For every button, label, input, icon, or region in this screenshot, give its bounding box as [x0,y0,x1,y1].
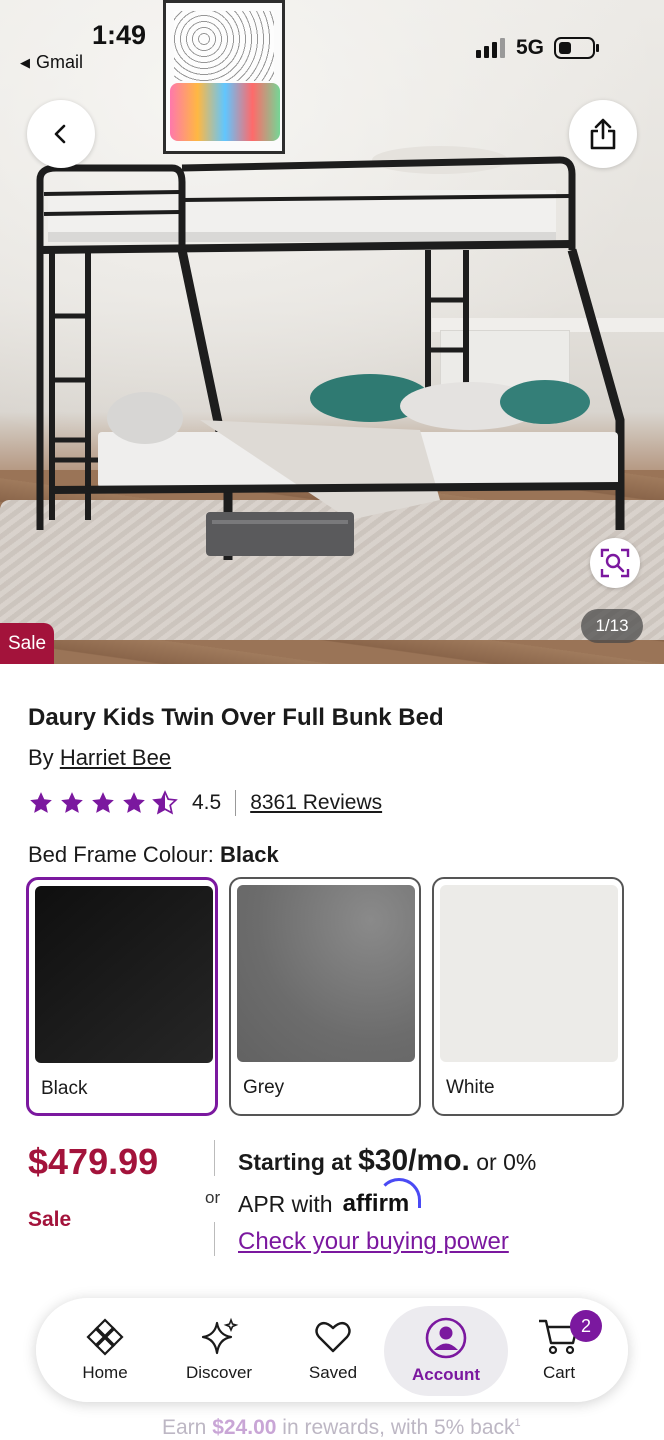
account-icon [425,1317,467,1359]
rewards-text: Earn $24.00 in rewards, with 5% back1 [162,1416,521,1439]
star-icon [30,792,52,813]
financing-prefix: Starting at [238,1149,352,1175]
bottom-nav: Home Discover Saved Account Cart 2 [36,1298,628,1402]
swatch-grey[interactable]: Grey [229,877,421,1116]
affirm-arc-icon [376,1178,421,1208]
image-counter: 1/13 [581,609,643,643]
nav-cart[interactable]: Cart 2 [502,1298,616,1402]
financing-suffix: or 0% [476,1149,537,1175]
signal-icon [476,38,505,58]
selected-colour: Black [219,842,279,867]
nav-account[interactable]: Account [384,1306,508,1396]
nav-label: Discover [185,1363,253,1382]
nav-discover[interactable]: Discover [162,1298,276,1402]
visual-search-button[interactable] [590,538,640,588]
product-image-gallery[interactable]: 1:49 ◀ Gmail 5G 1/13 Sale [0,0,664,664]
nav-label: Saved [308,1363,358,1382]
price-divider [214,1222,215,1256]
brand-link[interactable]: Harriet Bee [60,745,171,770]
bunk-bed-graphic [36,146,625,560]
brand-byline: By Harriet Bee [28,745,171,771]
nav-home[interactable]: Home [48,1298,162,1402]
rating-row[interactable]: 4.5 8361 Reviews [28,788,382,818]
affirm-logo: affirm [343,1178,421,1218]
back-button[interactable] [27,100,95,168]
swatch-white[interactable]: White [432,877,624,1116]
swatch-chip [35,886,213,1063]
status-time: 1:49 [92,20,147,50]
status-indicators: 5G [476,36,600,60]
nav-saved[interactable]: Saved [276,1298,390,1402]
check-buying-power-link[interactable]: Check your buying power [238,1228,509,1256]
colour-label: Bed Frame Colour: Black [28,842,279,868]
share-icon [590,118,616,150]
swatch-chip [237,885,415,1062]
nav-label: Account [412,1365,480,1384]
sparkle-icon [201,1317,239,1355]
back-app-label: Gmail [36,52,84,72]
financing-line: Starting at $30/mo. or 0% [238,1144,536,1178]
network-type: 5G [516,36,545,59]
rewards-suffix: in rewards, with 5% back [282,1416,515,1439]
share-button[interactable] [569,100,637,168]
star-icon [92,792,114,813]
by-prefix: By [28,745,54,770]
back-to-app[interactable]: ◀ Gmail [20,52,83,73]
battery-icon [554,37,600,59]
price: $479.99 [28,1141,159,1182]
star-icon [61,792,83,813]
cart-count-badge: 2 [570,1310,602,1342]
half-star-icon [152,790,178,815]
rewards-amount: $24.00 [212,1416,277,1439]
price-sale-label: Sale [28,1208,72,1231]
back-triangle-icon: ◀ [20,54,30,70]
product-title: Daury Kids Twin Over Full Bunk Bed [28,704,444,731]
star-icon [123,792,145,813]
swatch-label: Grey [243,1077,285,1098]
rewards-prefix: Earn [162,1416,207,1439]
star-rating [28,790,178,816]
sale-tag: Sale [0,623,55,664]
financing-apr-line: APR with affirm [238,1178,421,1218]
rating-divider [235,790,237,816]
rating-value: 4.5 [192,791,222,814]
apr-text: APR with [238,1190,333,1217]
financing-monthly: $30/mo. [358,1144,470,1177]
heart-icon [315,1321,351,1353]
nav-label: Cart [542,1363,576,1382]
swatch-label: Black [41,1078,88,1099]
swatch-chip [440,885,618,1062]
nav-label: Home [82,1363,128,1382]
price-divider [214,1140,215,1176]
chevron-left-icon [54,124,66,144]
colour-label-text: Bed Frame Colour: [28,842,214,867]
reviews-link[interactable]: 8361 Reviews [250,791,382,815]
or-label: or [205,1188,221,1207]
swatch-black[interactable]: Black [26,877,218,1116]
swatch-label: White [446,1077,495,1098]
home-icon [86,1318,124,1356]
visual-search-icon [600,548,630,578]
